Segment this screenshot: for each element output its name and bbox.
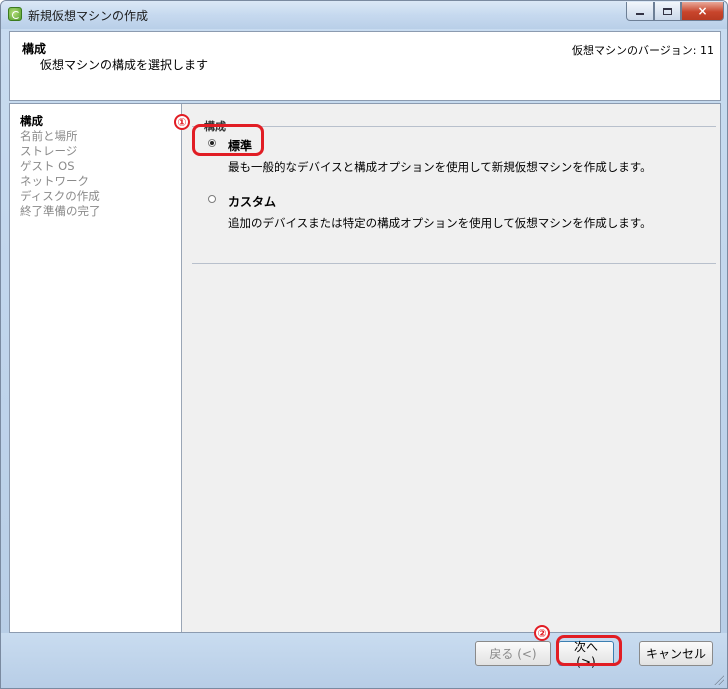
sidebar-step-name-location[interactable]: 名前と場所 [10, 129, 181, 144]
title-bar: 新規仮想マシンの作成 × [1, 1, 727, 29]
page-title: 構成 [22, 42, 47, 56]
sidebar-step-guest-os[interactable]: ゲスト OS [10, 159, 181, 174]
cancel-button[interactable]: キャンセル [639, 641, 713, 666]
callout-highlight-next [556, 635, 622, 666]
close-icon: × [697, 4, 708, 18]
callout-number-2: ② [534, 625, 550, 641]
minimize-button[interactable] [626, 2, 654, 21]
resize-grip[interactable] [714, 675, 724, 685]
window-title: 新規仮想マシンの作成 [28, 9, 149, 23]
vm-version-label: 仮想マシンのバージョン: 11 [572, 44, 714, 57]
sidebar-step-configuration[interactable]: 構成 [10, 114, 181, 129]
minimize-icon [636, 13, 644, 15]
vsphere-app-icon [8, 7, 22, 21]
wizard-header: 構成 仮想マシンの構成を選択します 仮想マシンのバージョン: 11 [9, 31, 721, 101]
callout-highlight-standard [192, 124, 264, 156]
back-button[interactable]: 戻る (<) [475, 641, 551, 666]
sidebar-step-create-disk[interactable]: ディスクの作成 [10, 189, 181, 204]
sidebar-step-storage[interactable]: ストレージ [10, 144, 181, 159]
maximize-icon [663, 7, 672, 15]
option-custom-description: 追加のデバイスまたは特定の構成オプションを使用して仮想マシンを作成します。 [228, 216, 652, 230]
option-standard-description: 最も一般的なデバイスと構成オプションを使用して新規仮想マシンを作成します。 [228, 160, 652, 174]
maximize-button[interactable] [654, 2, 681, 21]
callout-number-1: ① [174, 114, 190, 130]
sidebar-step-network[interactable]: ネットワーク [10, 174, 181, 189]
page-subtitle: 仮想マシンの構成を選択します [40, 58, 209, 72]
close-button[interactable]: × [681, 2, 724, 21]
radio-custom[interactable] [208, 195, 216, 203]
sidebar-step-ready-to-complete[interactable]: 終了準備の完了 [10, 204, 181, 219]
configuration-groupbox: 構成 標準 最も一般的なデバイスと構成オプションを使用して新規仮想マシンを作成し… [192, 118, 716, 264]
option-custom-label[interactable]: カスタム [228, 193, 276, 210]
dialog-window: 新規仮想マシンの作成 × 構成 仮想マシンの構成を選択します 仮想マシンのバージ… [0, 0, 728, 689]
wizard-content: 構成 名前と場所 ストレージ ゲスト OS ネットワーク ディスクの作成 終了準… [9, 103, 721, 633]
wizard-steps-sidebar: 構成 名前と場所 ストレージ ゲスト OS ネットワーク ディスクの作成 終了準… [10, 104, 182, 632]
